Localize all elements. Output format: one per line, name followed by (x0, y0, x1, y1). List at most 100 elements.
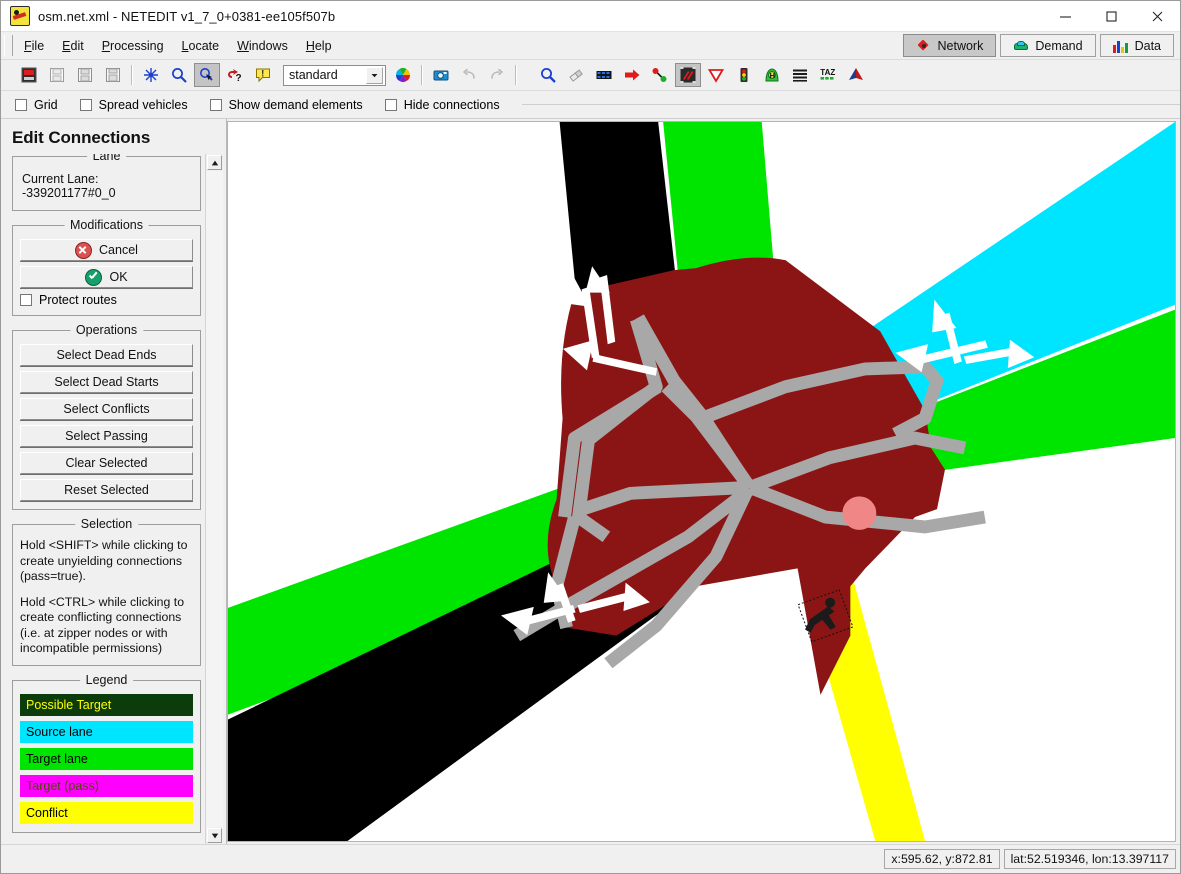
legend-possible-target: Possible Target (20, 693, 193, 716)
traffic-light-button[interactable] (731, 63, 757, 87)
bar-chart-icon (1112, 37, 1129, 55)
save-network-button[interactable] (72, 63, 98, 87)
select-mode-button[interactable] (591, 63, 617, 87)
vehicle-icon (1013, 38, 1029, 54)
toggle-grid-button[interactable]: ? (222, 63, 248, 87)
coloring-scheme-combo[interactable]: standard (283, 64, 386, 86)
protect-routes-checkbox-box[interactable] (20, 294, 32, 306)
select-conflicts-button[interactable]: Select Conflicts (20, 398, 193, 420)
window-controls (1042, 1, 1180, 31)
network-node-icon (916, 38, 932, 54)
hide-connections-checkbox-label: Hide connections (403, 97, 500, 112)
lane-group-label: Lane (86, 154, 127, 163)
coloring-scheme-value: standard (289, 68, 338, 82)
selected-connection-marker[interactable] (842, 496, 877, 530)
menu-locate[interactable]: Locate (173, 35, 229, 57)
recenter-view-button[interactable] (138, 63, 164, 87)
show-tooltips-button[interactable]: ! (250, 63, 276, 87)
selection-group-label: Selection (74, 517, 139, 531)
current-lane-value: Current Lane: -339201177#0_0 (22, 172, 116, 200)
show-demand-elements-checkbox[interactable]: Show demand elements (209, 98, 363, 112)
window-title: osm.net.xml - NETEDIT v1_7_0+0381-ee105f… (38, 8, 336, 24)
menu-windows[interactable]: Windows (228, 35, 297, 57)
network-view-canvas[interactable] (227, 121, 1176, 842)
tab-demand[interactable]: Demand (1000, 34, 1096, 57)
maximize-button[interactable] (1088, 1, 1134, 31)
scroll-up-button[interactable] (207, 155, 222, 170)
menu-edit[interactable]: Edit (53, 35, 93, 57)
protect-routes-checkbox[interactable]: Protect routes (20, 293, 193, 307)
selection-group: Selection Hold <SHIFT> while clicking to… (12, 517, 201, 666)
legend-target-lane: Target lane (20, 747, 193, 770)
status-bar: x:595.62, y:872.81 lat:52.519346, lon:13… (1, 844, 1180, 873)
make-snapshot-button[interactable] (428, 63, 454, 87)
hide-connections-checkbox[interactable]: Hide connections (384, 97, 500, 112)
ok-button[interactable]: OK (20, 266, 193, 288)
prohibition-mode-button[interactable] (703, 63, 729, 87)
selection-help-ctrl: Hold <CTRL> while clicking to create con… (20, 594, 185, 656)
select-dead-ends-button[interactable]: Select Dead Ends (20, 344, 193, 366)
legend-target-lane-label: Target lane (26, 751, 88, 766)
tab-demand-label: Demand (1035, 38, 1083, 53)
select-dead-starts-button[interactable]: Select Dead Starts (20, 371, 193, 393)
spread-vehicles-checkbox-box[interactable] (79, 98, 92, 111)
edit-viewport-button[interactable] (194, 63, 220, 87)
svg-text:TAZ: TAZ (820, 68, 835, 77)
menu-file[interactable]: File (15, 35, 53, 57)
legend-group: Legend Possible Target Source lane Targe… (12, 672, 201, 833)
view-options-bar: Grid Spread vehicles Show demand element… (1, 91, 1180, 119)
menu-help[interactable]: Help (297, 35, 341, 57)
inspect-mode-button[interactable] (535, 63, 561, 87)
menu-drag-grip[interactable] (4, 35, 13, 56)
ok-button-label: OK (109, 270, 128, 284)
toolbar-separator-1 (131, 65, 133, 85)
minimize-button[interactable] (1042, 1, 1088, 31)
clear-selected-button[interactable]: Clear Selected (20, 452, 193, 474)
scrollbar-track[interactable] (206, 171, 223, 827)
save-network-as-button[interactable] (100, 63, 126, 87)
show-demand-elements-checkbox-box[interactable] (209, 98, 222, 111)
grid-checkbox-label: Grid (34, 97, 58, 112)
chevron-down-icon[interactable] (366, 66, 383, 84)
open-network-button[interactable] (44, 63, 70, 87)
additional-mode-button[interactable]: H (759, 63, 785, 87)
edit-connections-panel: Edit Connections Lane Current Lane: -339… (1, 119, 227, 844)
taz-mode-button[interactable]: TAZ (815, 63, 841, 87)
tab-network[interactable]: Network (902, 34, 997, 57)
geo-position-field: lat:52.519346, lon:13.397117 (1003, 849, 1176, 869)
shape-mode-button[interactable] (843, 63, 869, 87)
selection-help-shift: Hold <SHIFT> while clicking to create un… (20, 538, 188, 583)
tab-network-label: Network (937, 38, 984, 53)
panel-scroll-area: Lane Current Lane: -339201177#0_0 Modifi… (1, 154, 226, 844)
spread-vehicles-checkbox[interactable]: Spread vehicles (79, 98, 188, 112)
tab-data[interactable]: Data (1099, 34, 1174, 57)
network-scene[interactable] (228, 122, 1175, 841)
new-network-button[interactable] (16, 63, 42, 87)
crossing-mode-button[interactable] (787, 63, 813, 87)
scroll-down-button[interactable] (207, 828, 222, 843)
edit-coloring-button[interactable] (390, 63, 416, 87)
menu-processing[interactable]: Processing (93, 35, 173, 57)
mode-tab-bar: Network Demand Data (888, 32, 1181, 59)
undo-button[interactable] (456, 63, 482, 87)
zoom-style-button[interactable] (166, 63, 192, 87)
select-conflicts-label: Select Conflicts (63, 402, 150, 416)
close-button[interactable] (1134, 1, 1180, 31)
select-passing-button[interactable]: Select Passing (20, 425, 193, 447)
canvas-container (227, 119, 1180, 844)
select-dead-starts-label: Select Dead Starts (54, 375, 159, 389)
move-mode-button[interactable] (619, 63, 645, 87)
cancel-button[interactable]: Cancel (20, 239, 193, 261)
grid-checkbox-box[interactable] (15, 98, 27, 111)
panel-vertical-scrollbar[interactable] (205, 154, 223, 844)
redo-button[interactable] (484, 63, 510, 87)
grid-checkbox[interactable]: Grid (15, 98, 58, 112)
hide-connections-checkbox-box[interactable] (384, 98, 397, 111)
connection-mode-button[interactable] (675, 63, 701, 87)
delete-mode-button[interactable] (563, 63, 589, 87)
reset-selected-label: Reset Selected (64, 483, 149, 497)
legend-group-label: Legend (79, 672, 134, 687)
create-edge-button[interactable] (647, 63, 673, 87)
reset-selected-button[interactable]: Reset Selected (20, 479, 193, 501)
tab-data-label: Data (1134, 38, 1161, 53)
